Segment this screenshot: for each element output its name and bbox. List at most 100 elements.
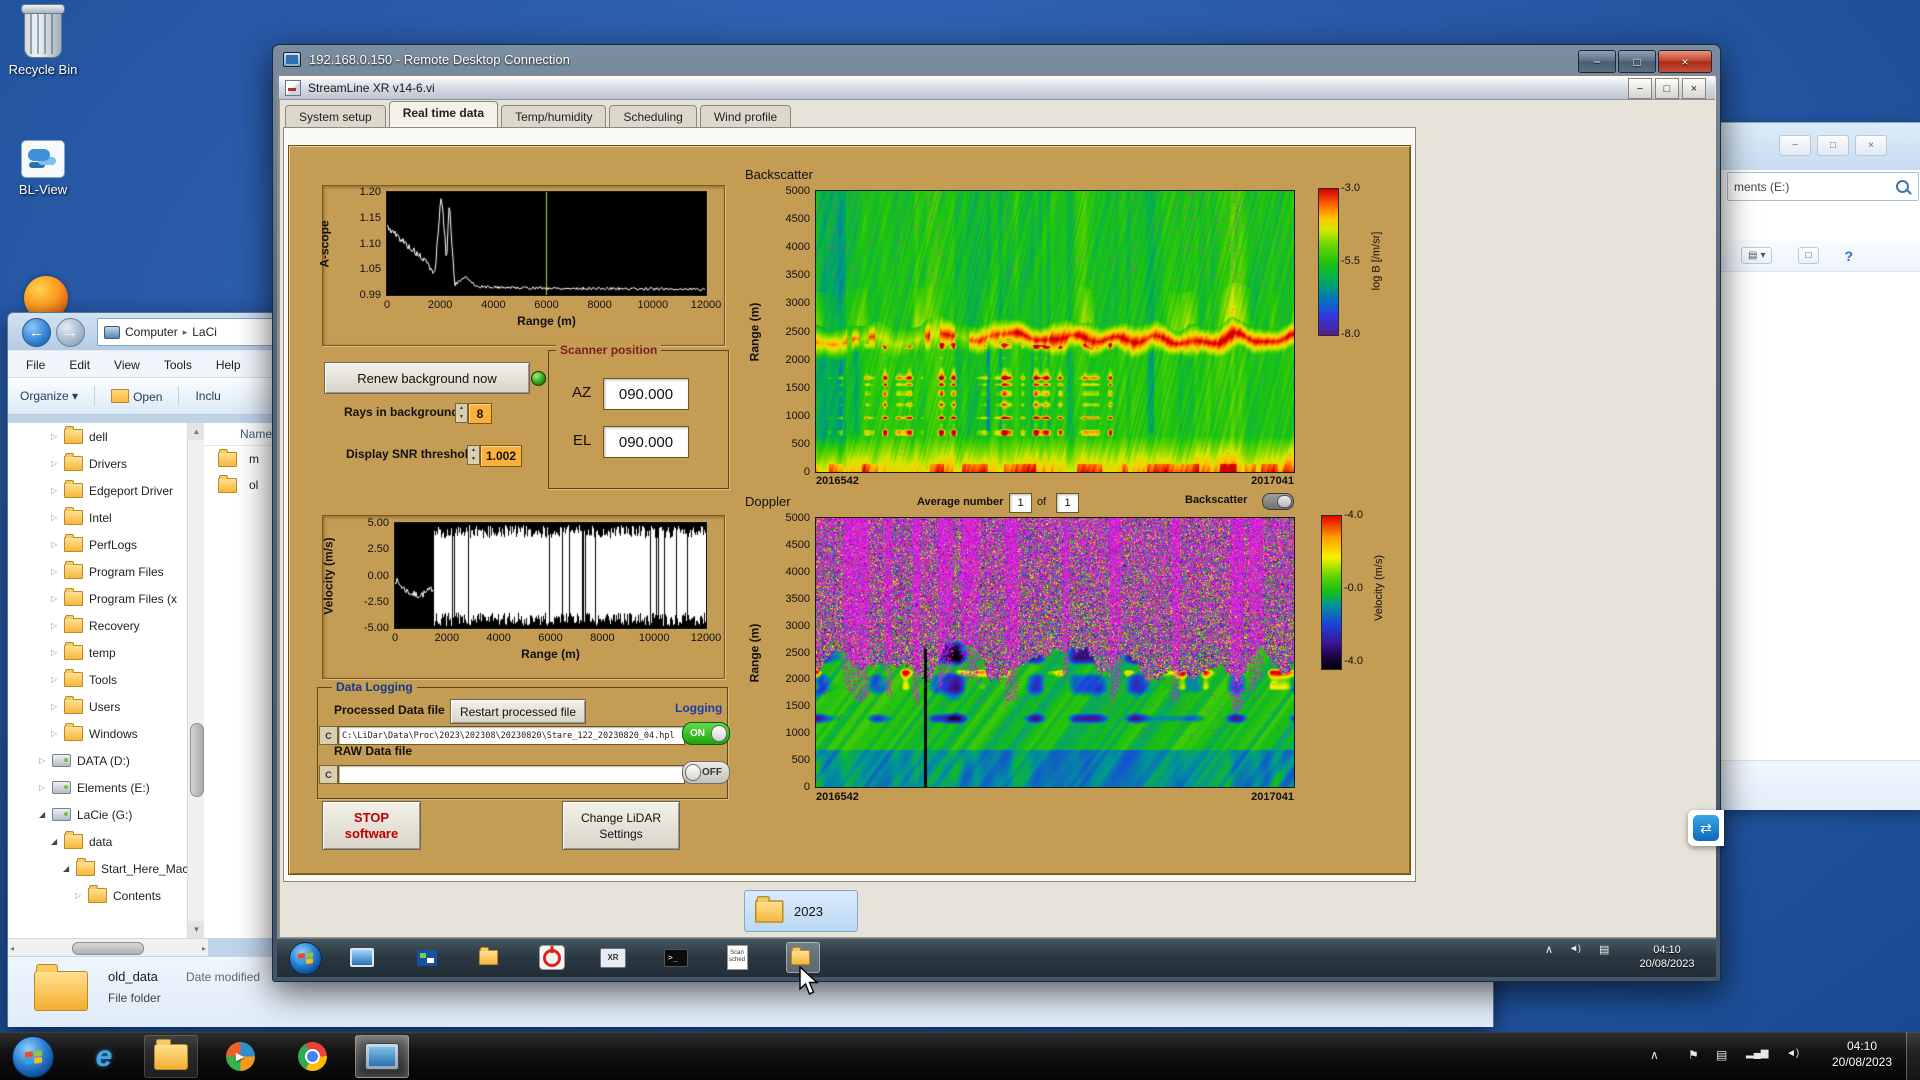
tree-item-data-d-[interactable]: ▷ DATA (D:): [8, 747, 187, 774]
tab-wind-profile[interactable]: Wind profile: [699, 105, 792, 128]
tree-item-recovery[interactable]: ▷ Recovery: [8, 612, 187, 639]
tree-item-windows[interactable]: ▷ Windows: [8, 720, 187, 747]
remote-taskbar-power-icon[interactable]: [535, 942, 569, 973]
scroll-right-button[interactable]: ▸: [202, 944, 206, 953]
remote-taskbar-terminal-icon[interactable]: >_: [659, 942, 693, 973]
snr-spinner[interactable]: ▲ ▼: [467, 445, 480, 465]
minimize-button[interactable]: −: [1578, 50, 1616, 73]
tree-item-program-files[interactable]: ▷ Program Files: [8, 558, 187, 585]
rays-value-field[interactable]: 8: [468, 403, 492, 424]
expander-icon[interactable]: ▷: [39, 756, 45, 765]
expander-icon[interactable]: ▷: [51, 594, 57, 603]
processed-path-browse-button[interactable]: C: [319, 726, 338, 745]
renew-background-button[interactable]: Renew background now: [324, 362, 530, 394]
scroll-down-button[interactable]: ▼: [188, 921, 205, 938]
taskbar-chrome-icon[interactable]: [285, 1035, 339, 1078]
tray-flag-icon[interactable]: ⚑: [1688, 1048, 1699, 1062]
maximize-button[interactable]: □: [1618, 50, 1656, 73]
expander-icon[interactable]: ◢: [39, 810, 45, 819]
desktop-icon-recycle-bin[interactable]: Recycle Bin: [0, 4, 86, 77]
close-button[interactable]: ×: [1658, 50, 1712, 73]
views-button[interactable]: ▤ ▾: [1741, 247, 1773, 264]
tree-item-intel[interactable]: ▷ Intel: [8, 504, 187, 531]
expander-icon[interactable]: ▷: [51, 702, 57, 711]
folder-item-2023[interactable]: 2023: [744, 890, 858, 932]
remote-taskbar-xr-app-icon[interactable]: XR: [596, 942, 630, 973]
tree-item-users[interactable]: ▷ Users: [8, 693, 187, 720]
snr-value-field[interactable]: 1.002: [480, 445, 522, 467]
tree-item-contents[interactable]: ▷ Contents: [8, 882, 187, 909]
menu-item-edit[interactable]: Edit: [69, 358, 90, 372]
show-desktop-button[interactable]: [1906, 1032, 1920, 1080]
el-value-field[interactable]: 090.000: [603, 426, 689, 458]
breadcrumb-lacie[interactable]: LaCi: [192, 325, 217, 339]
rdp-title-bar[interactable]: 192.168.0.150 - Remote Desktop Connectio…: [273, 45, 1730, 74]
raw-path-browse-button[interactable]: C: [319, 765, 338, 784]
remote-tray-grid-icon[interactable]: ▤: [1599, 943, 1609, 956]
close-button[interactable]: ×: [1682, 78, 1706, 99]
breadcrumb-computer[interactable]: Computer: [125, 325, 178, 339]
expander-icon[interactable]: ▷: [51, 648, 57, 657]
desktop-icon-bl-view[interactable]: BL-View: [0, 140, 86, 197]
menu-item-tools[interactable]: Tools: [164, 358, 192, 372]
taskbar-explorer-icon[interactable]: [144, 1035, 198, 1078]
expander-icon[interactable]: ▷: [51, 513, 57, 522]
expander-icon[interactable]: ▷: [51, 621, 57, 630]
tray-chevron-icon[interactable]: ∧: [1650, 1048, 1659, 1062]
tree-item-edgeport-driver[interactable]: ▷ Edgeport Driver: [8, 477, 187, 504]
back-button[interactable]: ←: [22, 318, 51, 347]
remote-tray-chevron-icon[interactable]: ∧: [1545, 943, 1553, 956]
scrollbar-thumb[interactable]: [72, 941, 144, 955]
tree-item-temp[interactable]: ▷ temp: [8, 639, 187, 666]
expander-icon[interactable]: ▷: [51, 432, 57, 441]
tree-item-lacie-g-[interactable]: ◢ LaCie (G:): [8, 801, 187, 828]
taskbar-media-player-icon[interactable]: ▶: [213, 1035, 267, 1078]
tree-vertical-scrollbar[interactable]: ▲ ▼: [187, 423, 205, 938]
expander-icon[interactable]: ▷: [51, 486, 57, 495]
teamviewer-panel-tab[interactable]: ⇄: [1688, 810, 1724, 846]
include-button[interactable]: Inclu: [195, 389, 220, 403]
tree-item-data[interactable]: ◢ data: [8, 828, 187, 855]
remote-start-button[interactable]: [289, 942, 322, 975]
expander-icon[interactable]: ◢: [63, 864, 69, 873]
restore-button[interactable]: □: [1655, 78, 1679, 99]
tree-horizontal-scrollbar[interactable]: ◂ ▸: [8, 938, 208, 957]
remote-taskbar-app-icon[interactable]: [410, 942, 444, 973]
remote-clock[interactable]: 04:10 20/08/2023: [1625, 943, 1709, 971]
processed-logging-on-switch[interactable]: ON: [682, 722, 730, 745]
minimize-button[interactable]: −: [1628, 78, 1652, 99]
forward-button[interactable]: →: [56, 318, 85, 347]
tree-item-start-here-mac-[interactable]: ◢ Start_Here_Mac.: [8, 855, 187, 882]
expander-icon[interactable]: ▷: [51, 567, 57, 576]
help-button[interactable]: ?: [1845, 248, 1854, 264]
tab-temp-humidity[interactable]: Temp/humidity: [501, 105, 607, 128]
expander-icon[interactable]: ▷: [75, 891, 81, 900]
app-title-bar[interactable]: StreamLine XR v14-6.vi: [279, 76, 1715, 100]
address-bar[interactable]: Computer ▸ LaCi: [97, 318, 287, 346]
tree-item-program-files-x[interactable]: ▷ Program Files (x: [8, 585, 187, 612]
rays-spinner[interactable]: ▲ ▼: [455, 403, 468, 423]
menu-item-view[interactable]: View: [114, 358, 140, 372]
change-lidar-settings-button[interactable]: Change LiDAR Settings: [562, 801, 680, 850]
start-button[interactable]: [12, 1036, 54, 1078]
az-value-field[interactable]: 090.000: [603, 378, 689, 410]
maximize-button[interactable]: □: [1817, 135, 1849, 156]
tree-item-tools[interactable]: ▷ Tools: [8, 666, 187, 693]
tab-real-time-data[interactable]: Real time data: [388, 101, 499, 128]
menu-item-help[interactable]: Help: [216, 358, 241, 372]
taskbar-ie-icon[interactable]: e: [77, 1035, 131, 1078]
minimize-button[interactable]: −: [1779, 135, 1811, 156]
tray-speaker-icon[interactable]: ◄): [1786, 1048, 1799, 1059]
expander-icon[interactable]: ▷: [51, 540, 57, 549]
menu-item-file[interactable]: File: [26, 358, 45, 372]
preview-pane-button[interactable]: □: [1798, 247, 1819, 264]
expander-icon[interactable]: ▷: [51, 675, 57, 684]
stop-software-button[interactable]: STOP software: [322, 801, 421, 850]
tree-item-dell[interactable]: ▷ dell: [8, 423, 187, 450]
tray-network-icon[interactable]: ▂▄▆: [1746, 1048, 1768, 1059]
average-number-field-2[interactable]: 1: [1056, 493, 1079, 513]
expander-icon[interactable]: ▷: [51, 729, 57, 738]
tree-item-perflogs[interactable]: ▷ PerfLogs: [8, 531, 187, 558]
remote-tray-speaker-icon[interactable]: ◄): [1569, 943, 1581, 953]
tray-display-icon[interactable]: ▤: [1716, 1048, 1727, 1062]
